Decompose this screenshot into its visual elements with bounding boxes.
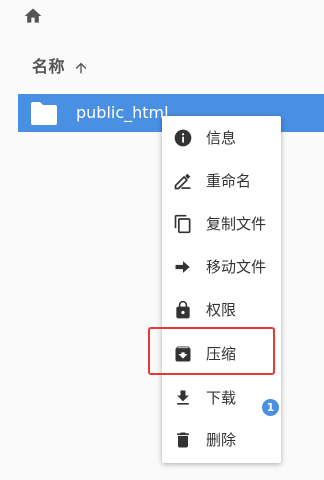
- file-manager: 名称 public_html 信息 重命名 复制文件 移动文件 权限 压缩 下载…: [0, 0, 324, 480]
- menu-item-rename[interactable]: 重命名: [162, 161, 281, 201]
- menu-item-label: 下载: [206, 389, 237, 407]
- home-icon: [24, 8, 42, 23]
- column-header-name[interactable]: 名称: [32, 57, 65, 77]
- archive-icon: [173, 344, 193, 364]
- menu-item-label: 权限: [206, 301, 237, 319]
- notification-badge[interactable]: 1: [262, 399, 279, 416]
- top-bar: [0, 0, 324, 41]
- column-header-row: 名称: [0, 40, 324, 94]
- menu-item-label: 复制文件: [206, 215, 267, 233]
- menu-item-copy[interactable]: 复制文件: [162, 204, 281, 244]
- folder-icon: [31, 102, 57, 125]
- menu-item-label: 删除: [206, 431, 237, 449]
- menu-item-label: 重命名: [206, 172, 252, 190]
- info-icon: [173, 128, 193, 148]
- menu-item-move[interactable]: 移动文件: [162, 247, 281, 287]
- copy-icon: [173, 214, 193, 234]
- arrow-up-icon: [75, 62, 87, 74]
- menu-item-compress[interactable]: 压缩: [162, 334, 281, 374]
- menu-item-permissions[interactable]: 权限: [162, 290, 281, 330]
- lock-icon: [173, 300, 193, 320]
- download-icon: [173, 388, 193, 408]
- arrow-right-icon: [173, 257, 193, 277]
- trash-icon: [173, 430, 193, 450]
- home-button[interactable]: [22, 5, 44, 27]
- menu-item-delete[interactable]: 删除: [162, 420, 281, 460]
- sort-ascending-button[interactable]: [72, 59, 90, 77]
- menu-item-label: 移动文件: [206, 258, 267, 276]
- menu-item-label: 信息: [206, 129, 237, 147]
- file-name: public_html: [76, 103, 169, 122]
- menu-item-label: 压缩: [206, 345, 237, 363]
- rename-pencil-icon: [173, 171, 193, 191]
- menu-item-info[interactable]: 信息: [162, 118, 281, 158]
